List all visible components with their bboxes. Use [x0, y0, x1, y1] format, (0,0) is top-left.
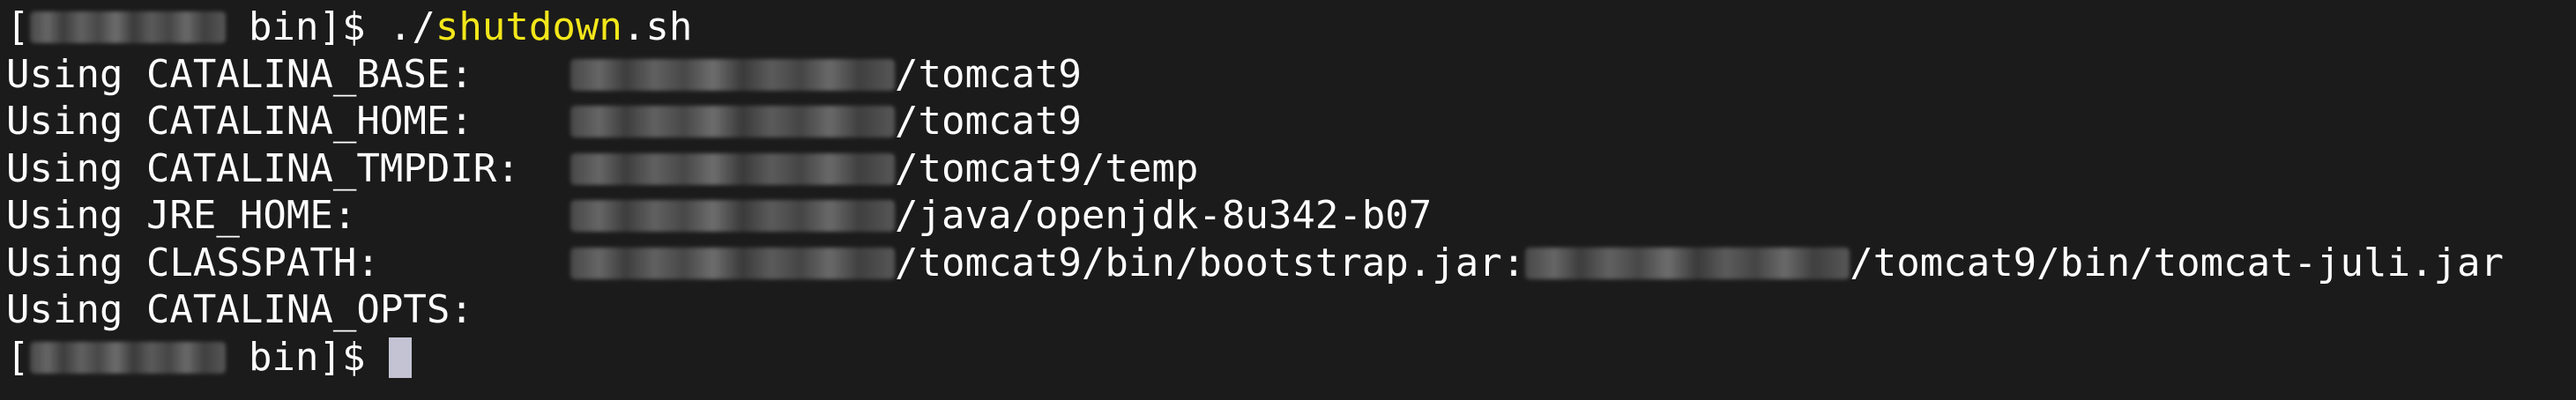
- redacted-user-host: [29, 341, 226, 374]
- output-label: Using CLASSPATH:: [6, 240, 380, 285]
- output-label: Using CATALINA_BASE:: [6, 51, 473, 97]
- redacted-path: [570, 105, 895, 137]
- redacted-path-2: [1525, 247, 1850, 279]
- command-line: [ bin]$ ./ shutdown .sh: [6, 4, 692, 50]
- text-cursor[interactable]: [388, 337, 412, 378]
- output-line-jre-home: Using JRE_HOME: /java/openjdk-8u342-b07: [6, 192, 1432, 239]
- output-value: /java/openjdk-8u342-b07: [895, 192, 1433, 238]
- prompt-directory: bin]$: [225, 4, 389, 49]
- output-line-catalina-tmpdir: Using CATALINA_TMPDIR: /tomcat9/temp: [6, 145, 1198, 192]
- output-value-2: /tomcat9/bin/tomcat-juli.jar: [1850, 240, 2504, 285]
- output-label: Using JRE_HOME:: [6, 192, 357, 238]
- output-value: /tomcat9/temp: [895, 145, 1199, 191]
- command-prefix: ./: [388, 4, 436, 49]
- output-line-classpath: Using CLASSPATH: /tomcat9/bin/bootstrap.…: [6, 240, 2504, 286]
- output-value: /tomcat9: [895, 98, 1082, 144]
- command-name: shutdown: [435, 4, 622, 49]
- output-line-catalina-base: Using CATALINA_BASE: /tomcat9: [6, 51, 1082, 98]
- output-value: /tomcat9/bin/bootstrap.jar:: [895, 240, 1526, 285]
- output-value: /tomcat9: [895, 51, 1082, 97]
- prompt-open-bracket: [: [6, 334, 30, 380]
- active-prompt-line[interactable]: [ bin]$: [6, 334, 412, 381]
- redacted-path: [570, 152, 895, 185]
- output-label: Using CATALINA_TMPDIR:: [6, 145, 520, 191]
- command-suffix: .sh: [622, 4, 693, 49]
- output-label: Using CATALINA_OPTS:: [6, 286, 473, 332]
- redacted-path: [570, 199, 895, 232]
- redacted-path: [570, 247, 895, 279]
- prompt-directory: bin]$: [225, 334, 389, 380]
- redacted-path: [570, 58, 895, 91]
- terminal-window[interactable]: [ bin]$ ./ shutdown .sh Using CATALINA_B…: [0, 0, 2576, 400]
- prompt-open-bracket: [: [6, 4, 30, 49]
- redacted-user-host: [29, 11, 226, 43]
- output-line-catalina-opts: Using CATALINA_OPTS:: [6, 286, 570, 333]
- output-label: Using CATALINA_HOME:: [6, 98, 473, 144]
- output-line-catalina-home: Using CATALINA_HOME: /tomcat9: [6, 98, 1082, 144]
